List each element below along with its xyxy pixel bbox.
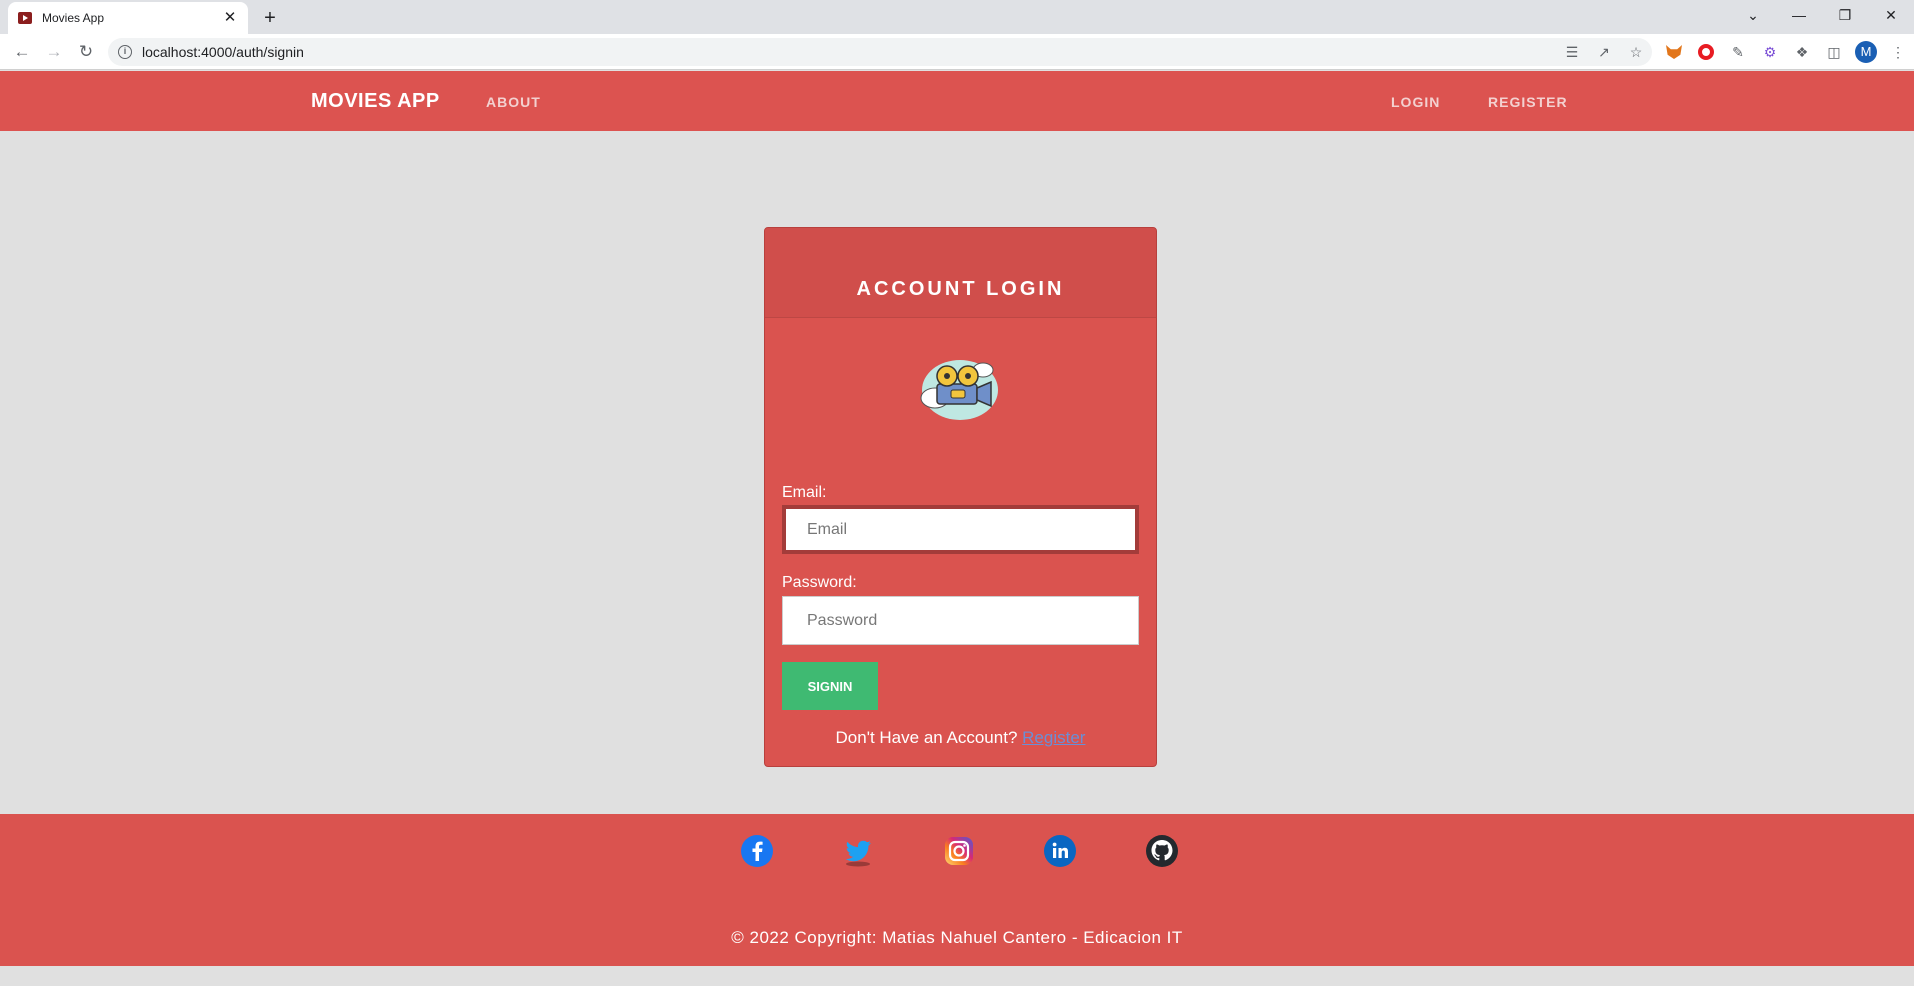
linkedin-icon[interactable] <box>1043 834 1077 868</box>
login-card-title: ACCOUNT LOGIN <box>856 278 1065 300</box>
instagram-icon[interactable] <box>942 834 976 868</box>
back-arrow-icon[interactable]: ← <box>8 38 36 66</box>
eyedropper-extension-icon[interactable]: ✎ <box>1722 38 1754 66</box>
translate-extension-icon[interactable]: ⚙ <box>1754 38 1786 66</box>
tab-search-icon[interactable]: ⌄ <box>1730 0 1776 30</box>
app-navbar: MOVIES APP ABOUT LOGIN REGISTER <box>0 71 1914 131</box>
login-card-header: ACCOUNT LOGIN <box>765 228 1156 318</box>
metamask-extension-icon[interactable] <box>1658 38 1690 66</box>
browser-toolbar: ← → ↻ i localhost:4000/auth/signin ☰ ↗ ☆… <box>0 34 1914 70</box>
nav-register-link[interactable]: REGISTER <box>1488 94 1568 110</box>
tab-close-icon[interactable]: ✕ <box>222 10 238 26</box>
nav-about-link[interactable]: ABOUT <box>486 94 541 110</box>
facebook-icon[interactable] <box>740 834 774 868</box>
share-icon[interactable]: ↗ <box>1588 44 1620 61</box>
nav-login-link[interactable]: LOGIN <box>1391 94 1440 110</box>
reload-icon[interactable]: ↻ <box>72 38 100 66</box>
profile-avatar[interactable]: M <box>1850 38 1882 66</box>
register-link[interactable]: Register <box>1022 728 1085 747</box>
browser-tabstrip: Movies App ✕ + ⌄ — ❐ ✕ <box>0 0 1914 34</box>
bookmark-star-icon[interactable]: ☆ <box>1620 44 1652 61</box>
password-label: Password: <box>782 574 857 591</box>
movie-favicon-icon <box>18 12 32 24</box>
email-field[interactable] <box>782 505 1139 554</box>
opera-extension-icon[interactable] <box>1690 38 1722 66</box>
puzzle-extensions-icon[interactable]: ❖ <box>1786 38 1818 66</box>
side-panel-icon[interactable]: ◫ <box>1818 38 1850 66</box>
window-close-icon[interactable]: ✕ <box>1868 0 1914 30</box>
github-icon[interactable] <box>1145 834 1179 868</box>
footer: © 2022 Copyright: Matias Nahuel Cantero … <box>0 814 1914 966</box>
restore-icon[interactable]: ❐ <box>1822 0 1868 30</box>
minimize-icon[interactable]: — <box>1776 0 1822 30</box>
tab-title: Movies App <box>42 11 105 25</box>
brand-logo[interactable]: MOVIES APP <box>311 90 440 113</box>
password-field[interactable] <box>782 596 1139 645</box>
window-controls: ⌄ — ❐ ✕ <box>1730 0 1914 30</box>
signin-button[interactable]: SIGNIN <box>782 662 878 710</box>
register-prompt: Don't Have an Account? Register <box>765 728 1156 748</box>
browser-tab[interactable]: Movies App ✕ <box>8 2 248 34</box>
url-text[interactable]: localhost:4000/auth/signin <box>142 44 1556 60</box>
address-bar[interactable]: i localhost:4000/auth/signin ☰ ↗ ☆ <box>108 38 1652 66</box>
browser-menu-icon[interactable]: ⋮ <box>1882 38 1914 66</box>
movie-camera-logo-icon <box>920 360 998 420</box>
site-info-icon[interactable]: i <box>118 45 132 59</box>
twitter-icon[interactable] <box>841 834 875 868</box>
page-bottom <box>0 966 1914 986</box>
extensions-bar: ✎ ⚙ ❖ ◫ M ⋮ <box>1658 38 1914 66</box>
no-account-text: Don't Have an Account? <box>835 728 1018 747</box>
email-label: Email: <box>782 484 827 501</box>
new-tab-button[interactable]: + <box>256 5 284 33</box>
translate-icon[interactable]: ☰ <box>1556 44 1588 61</box>
copyright-text: © 2022 Copyright: Matias Nahuel Cantero … <box>731 928 1183 947</box>
login-card: ACCOUNT LOGIN Email: Password: SIGNIN Do… <box>764 227 1157 767</box>
forward-arrow-icon[interactable]: → <box>40 38 68 66</box>
